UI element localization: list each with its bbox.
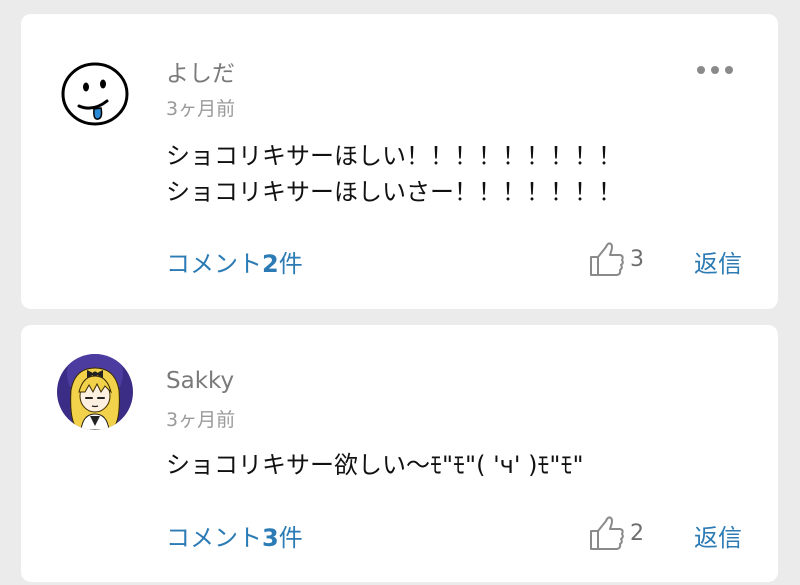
replies-unit: 件 [278,250,303,278]
comment-line: ショコリキサーほしい！！！！！！！！！ [166,142,622,170]
comment-text: ショコリキサーほしい！！！！！！！！！ ショコリキサーほしいさー！！！！！！！ [166,138,622,210]
replies-link[interactable]: コメント3件 [166,518,303,553]
replies-link[interactable]: コメント2件 [166,244,303,279]
like-button[interactable]: 3 [589,240,659,280]
smiley-tongue-avatar-icon [61,62,129,126]
timestamp: 3ヶ月前 [166,409,236,431]
thumbs-up-icon [590,516,624,550]
avatar[interactable] [57,54,133,130]
anime-girl-avatar-icon [57,354,133,430]
replies-unit: 件 [278,524,303,552]
replies-count: 2 [262,250,279,278]
timestamp: 3ヶ月前 [166,98,236,120]
replies-label: コメント [166,524,262,552]
comment-card: Sakky 3ヶ月前 ショコリキサー欲しい〜ﾓ"ﾓ"( 'ч' )ﾓ"ﾓ" コメ… [21,325,778,582]
like-count: 2 [630,521,644,546]
replies-label: コメント [166,250,262,278]
username[interactable]: よしだ [166,54,235,88]
like-count: 3 [630,247,644,272]
comment-line: ショコリキサー欲しい〜ﾓ"ﾓ"( 'ч' )ﾓ"ﾓ" [166,451,584,479]
username[interactable]: Sakky [166,368,234,394]
thumbs-up-icon [590,242,624,276]
replies-count: 3 [262,524,279,552]
more-options-button[interactable] [693,58,737,82]
comment-text: ショコリキサー欲しい〜ﾓ"ﾓ"( 'ч' )ﾓ"ﾓ" [166,447,584,483]
comment-line: ショコリキサーほしいさー！！！！！！！ [166,178,622,206]
comment-card: よしだ 3ヶ月前 ショコリキサーほしい！！！！！！！！！ ショコリキサーほしいさ… [21,14,778,309]
reply-button[interactable]: 返信 [694,244,742,279]
reply-button[interactable]: 返信 [694,518,742,553]
avatar[interactable] [57,354,133,430]
like-button[interactable]: 2 [589,514,659,554]
more-dots-icon [697,66,733,74]
